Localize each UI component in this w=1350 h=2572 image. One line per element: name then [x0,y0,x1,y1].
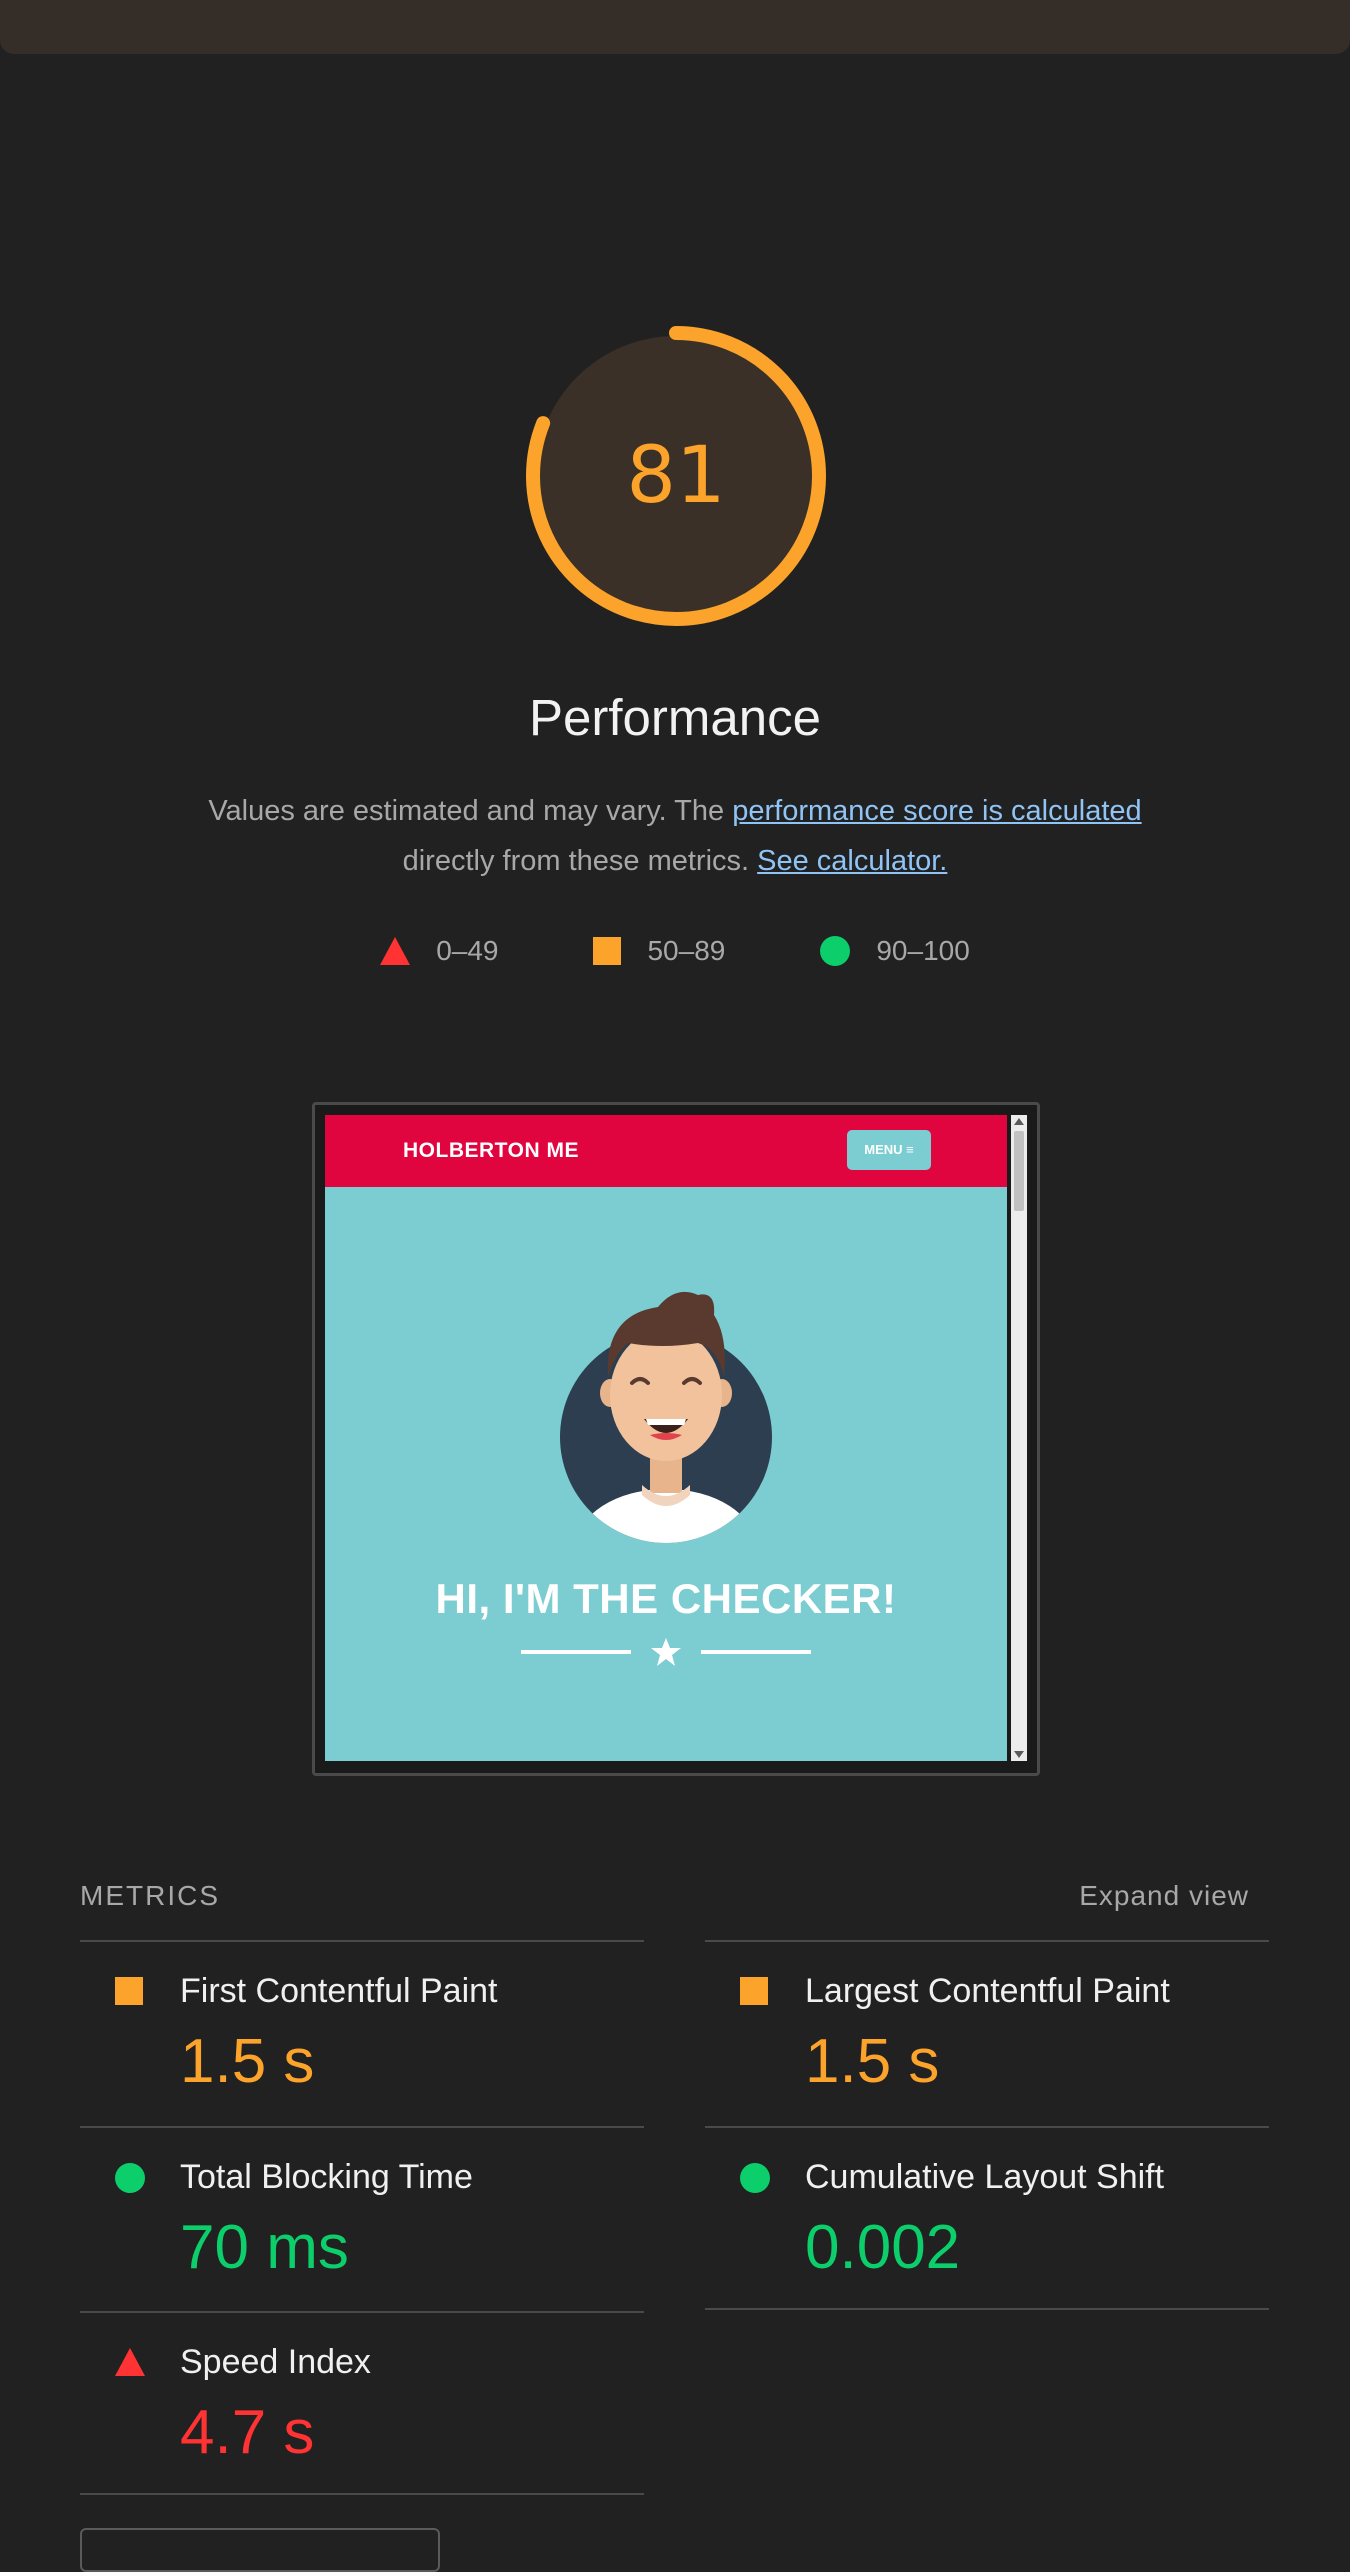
screenshot-scrollbar[interactable] [1011,1115,1027,1761]
metric-value: 1.5 s [805,2027,940,2096]
description-text-2: directly from these metrics. [402,845,758,877]
screenshot-menu-button: MENU ≡ [847,1130,931,1170]
score-legend: 0–49 50–89 90–100 [0,935,1350,967]
expand-view-button[interactable]: Expand view [1079,1880,1249,1912]
pass-circle-icon [820,936,851,966]
legend-average-range: 50–89 [647,935,726,966]
legend-pass-range: 90–100 [876,935,970,966]
pass-circle-icon [740,2163,770,2193]
description-text: Values are estimated and may vary. The [208,795,733,827]
pass-circle-icon [115,2163,145,2193]
screenshot-navbar: HOLBERTON ME MENU ≡ [325,1115,1007,1187]
score-description: Values are estimated and may vary. The p… [0,786,1350,886]
see-calculator-link[interactable]: See calculator. [757,845,947,877]
metric-total-blocking-time[interactable]: Total Blocking Time 70 ms [80,2126,644,2312]
metric-label: Total Blocking Time [180,2158,473,2196]
metric-speed-index[interactable]: Speed Index 4.7 s [80,2311,644,2497]
metric-value: 0.002 [805,2213,961,2282]
top-bar [0,0,1350,54]
scroll-thumb[interactable] [1014,1131,1024,1211]
metric-divider [80,2493,644,2495]
gauge-title: Performance [529,689,821,746]
metric-first-contentful-paint[interactable]: First Contentful Paint 1.5 s [80,1940,644,2126]
star-divider [521,1638,811,1666]
average-square-icon [593,937,622,965]
legend-pass: 90–100 [820,935,970,967]
metric-label: Speed Index [180,2343,371,2381]
metric-value: 70 ms [180,2213,349,2282]
metric-value: 4.7 s [180,2398,315,2467]
view-treemap-button[interactable] [80,2528,440,2572]
metric-divider [705,2308,1269,2310]
screenshot-viewport: HOLBERTON ME MENU ≡ HI, I'M THE CHECKER! [325,1115,1007,1761]
legend-average: 50–89 [593,935,725,967]
avatar-illustration [560,1291,772,1543]
metrics-title: METRICS [80,1880,220,1911]
star-icon [651,1638,681,1666]
metric-largest-contentful-paint[interactable]: Largest Contentful Paint 1.5 s [705,1940,1269,2126]
performance-gauge[interactable]: 81 [525,325,827,627]
final-screenshot[interactable]: HOLBERTON ME MENU ≡ HI, I'M THE CHECKER! [312,1102,1040,1776]
metric-label: First Contentful Paint [180,1972,498,2010]
performance-score: 81 [626,431,726,521]
score-calculated-link[interactable]: performance score is calculated [732,795,1141,827]
scroll-down-arrow-icon[interactable] [1014,1751,1024,1758]
fail-triangle-icon [380,937,411,965]
legend-fail-range: 0–49 [436,935,499,966]
metrics-header: METRICS Expand view [80,1880,1269,1916]
metric-cumulative-layout-shift[interactable]: Cumulative Layout Shift 0.002 [705,2126,1269,2312]
scroll-up-arrow-icon[interactable] [1014,1118,1024,1125]
metric-label: Largest Contentful Paint [805,1972,1170,2010]
screenshot-brand: HOLBERTON ME [403,1139,579,1162]
fail-triangle-icon [115,2348,145,2376]
legend-fail: 0–49 [380,935,498,967]
metric-value: 1.5 s [180,2027,315,2096]
screenshot-heading: HI, I'M THE CHECKER! [435,1575,897,1622]
average-square-icon [740,1977,768,2005]
average-square-icon [115,1977,143,2005]
metric-label: Cumulative Layout Shift [805,2158,1165,2196]
